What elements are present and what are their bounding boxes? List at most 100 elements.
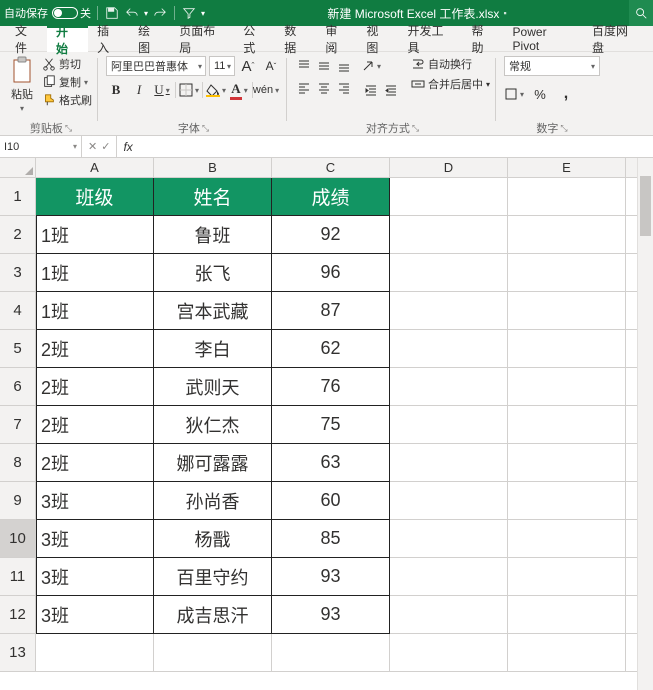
tab-Power Pivot[interactable]: Power Pivot bbox=[504, 26, 583, 52]
cell-B10[interactable]: 杨戬 bbox=[154, 520, 272, 558]
format-painter-button[interactable]: 格式刷 bbox=[42, 92, 92, 108]
increase-indent-button[interactable] bbox=[381, 80, 401, 100]
cell-C6[interactable]: 76 bbox=[272, 368, 390, 406]
number-format-select[interactable]: 常规▾ bbox=[504, 56, 600, 76]
cell-E5[interactable] bbox=[508, 330, 626, 368]
cell-C13[interactable] bbox=[272, 634, 390, 672]
row-header-11[interactable]: 11 bbox=[0, 558, 36, 596]
cell-C8[interactable]: 63 bbox=[272, 444, 390, 482]
cell-E12[interactable] bbox=[508, 596, 626, 634]
row-header-6[interactable]: 6 bbox=[0, 368, 36, 406]
enter-icon[interactable]: ✓ bbox=[101, 140, 110, 153]
cell-B9[interactable]: 孙尚香 bbox=[154, 482, 272, 520]
cell-A3[interactable]: 1班 bbox=[36, 254, 154, 292]
align-center-button[interactable] bbox=[315, 78, 333, 98]
cell-C12[interactable]: 93 bbox=[272, 596, 390, 634]
cell-D13[interactable] bbox=[390, 634, 508, 672]
font-name-select[interactable]: 阿里巴巴普惠体▾ bbox=[106, 56, 206, 76]
copy-button[interactable]: 复制▾ bbox=[42, 74, 92, 90]
cell-D11[interactable] bbox=[390, 558, 508, 596]
tab-页面布局[interactable]: 页面布局 bbox=[170, 26, 234, 52]
tab-审阅[interactable]: 审阅 bbox=[316, 26, 357, 52]
row-header-8[interactable]: 8 bbox=[0, 444, 36, 482]
row-header-10[interactable]: 10 bbox=[0, 520, 36, 558]
italic-button[interactable]: I bbox=[129, 80, 149, 100]
merge-center-button[interactable]: 合并后居中▾ bbox=[411, 76, 490, 92]
row-header-13[interactable]: 13 bbox=[0, 634, 36, 672]
row-header-3[interactable]: 3 bbox=[0, 254, 36, 292]
cell-D5[interactable] bbox=[390, 330, 508, 368]
cell-C11[interactable]: 93 bbox=[272, 558, 390, 596]
phonetic-button[interactable]: wén▾ bbox=[256, 80, 276, 100]
row-header-2[interactable]: 2 bbox=[0, 216, 36, 254]
cell-C9[interactable]: 60 bbox=[272, 482, 390, 520]
cell-A7[interactable]: 2班 bbox=[36, 406, 154, 444]
underline-button[interactable]: U▾ bbox=[152, 80, 172, 100]
column-header-D[interactable]: D bbox=[390, 158, 508, 178]
bold-button[interactable]: B bbox=[106, 80, 126, 100]
cell-E9[interactable] bbox=[508, 482, 626, 520]
cell-B2[interactable]: 鲁班 bbox=[154, 216, 272, 254]
vertical-scrollbar[interactable] bbox=[637, 158, 653, 690]
cell-B4[interactable]: 宫本武藏 bbox=[154, 292, 272, 330]
align-left-button[interactable] bbox=[295, 78, 313, 98]
save-icon[interactable] bbox=[104, 5, 120, 21]
align-middle-button[interactable] bbox=[315, 56, 333, 76]
cell-D8[interactable] bbox=[390, 444, 508, 482]
row-header-5[interactable]: 5 bbox=[0, 330, 36, 368]
cell-D3[interactable] bbox=[390, 254, 508, 292]
tab-绘图[interactable]: 绘图 bbox=[129, 26, 170, 52]
cell-A8[interactable]: 2班 bbox=[36, 444, 154, 482]
undo-icon[interactable] bbox=[124, 5, 140, 21]
cell-A1[interactable]: 班级 bbox=[36, 178, 154, 216]
cell-C4[interactable]: 87 bbox=[272, 292, 390, 330]
cell-E7[interactable] bbox=[508, 406, 626, 444]
cancel-icon[interactable]: ✕ bbox=[88, 140, 97, 153]
font-color-button[interactable]: A▾ bbox=[229, 80, 249, 100]
cell-B1[interactable]: 姓名 bbox=[154, 178, 272, 216]
column-header-E[interactable]: E bbox=[508, 158, 626, 178]
cell-A6[interactable]: 2班 bbox=[36, 368, 154, 406]
align-right-button[interactable] bbox=[335, 78, 353, 98]
tab-开始[interactable]: 开始 bbox=[47, 26, 88, 52]
cell-B13[interactable] bbox=[154, 634, 272, 672]
cell-D6[interactable] bbox=[390, 368, 508, 406]
autosave-toggle[interactable] bbox=[52, 7, 78, 19]
cell-B11[interactable]: 百里守约 bbox=[154, 558, 272, 596]
formula-input[interactable] bbox=[133, 136, 653, 158]
cell-E13[interactable] bbox=[508, 634, 626, 672]
tab-开发工具[interactable]: 开发工具 bbox=[398, 26, 462, 52]
cell-B6[interactable]: 武则天 bbox=[154, 368, 272, 406]
cell-D1[interactable] bbox=[390, 178, 508, 216]
filter-icon[interactable] bbox=[181, 5, 197, 21]
cell-C10[interactable]: 85 bbox=[272, 520, 390, 558]
cell-E2[interactable] bbox=[508, 216, 626, 254]
cell-E8[interactable] bbox=[508, 444, 626, 482]
column-header-C[interactable]: C bbox=[272, 158, 390, 178]
row-header-4[interactable]: 4 bbox=[0, 292, 36, 330]
cell-A9[interactable]: 3班 bbox=[36, 482, 154, 520]
column-header-B[interactable]: B bbox=[154, 158, 272, 178]
cut-button[interactable]: 剪切 bbox=[42, 56, 92, 72]
cell-C3[interactable]: 96 bbox=[272, 254, 390, 292]
cell-C5[interactable]: 62 bbox=[272, 330, 390, 368]
wrap-text-button[interactable]: 自动换行 bbox=[411, 56, 490, 72]
tab-插入[interactable]: 插入 bbox=[88, 26, 129, 52]
cell-B3[interactable]: 张飞 bbox=[154, 254, 272, 292]
orientation-button[interactable]: ▾ bbox=[361, 56, 381, 76]
cell-A2[interactable]: 1班 bbox=[36, 216, 154, 254]
cell-D12[interactable] bbox=[390, 596, 508, 634]
cell-A13[interactable] bbox=[36, 634, 154, 672]
comma-button[interactable]: , bbox=[556, 84, 576, 104]
cell-D7[interactable] bbox=[390, 406, 508, 444]
percent-button[interactable]: % bbox=[530, 84, 550, 104]
row-header-7[interactable]: 7 bbox=[0, 406, 36, 444]
border-button[interactable]: ▾ bbox=[179, 80, 199, 100]
cell-D10[interactable] bbox=[390, 520, 508, 558]
column-header-A[interactable]: A bbox=[36, 158, 154, 178]
cell-D2[interactable] bbox=[390, 216, 508, 254]
fill-color-button[interactable]: ▾ bbox=[206, 80, 226, 100]
cell-E10[interactable] bbox=[508, 520, 626, 558]
tab-公式[interactable]: 公式 bbox=[234, 26, 275, 52]
cell-D4[interactable] bbox=[390, 292, 508, 330]
